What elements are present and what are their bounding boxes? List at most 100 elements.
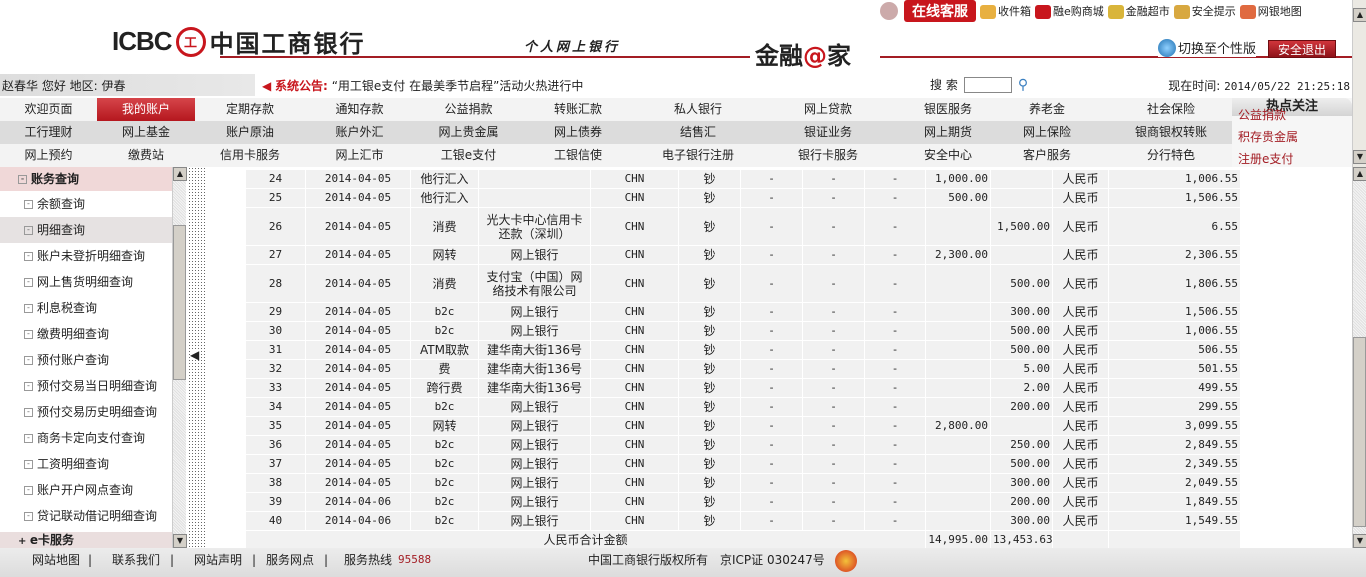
nav-item[interactable]: 网上保险 [1003,121,1091,144]
nav-item[interactable]: 网上期货 [893,121,1003,144]
table-row: 36 2014-04-05 b2c 网上银行 CHN 钞 - - -250.00 人民币 2,849… [245,435,1241,455]
table-cell: 2014-04-06 [305,511,411,531]
sidebar-group-ecard[interactable]: + e卡服务 [0,532,172,548]
header-scrollbar[interactable]: ▲ ▼ [1352,0,1366,167]
sidebar-item[interactable]: - 明细查询 [0,217,172,243]
toplink-1[interactable]: 融e购商城 [1035,5,1104,19]
nav-item[interactable]: 分行特色 [1091,144,1251,167]
table-cell: 28 [245,264,306,303]
table-cell: 人民币 [1052,340,1109,360]
online-service-button[interactable]: 在线客服 [904,0,976,22]
nav-item[interactable]: 工银e支付 [414,144,523,167]
scroll-thumb[interactable] [1353,337,1366,527]
nav-item[interactable]: 工行理财 [0,121,97,144]
nav-item[interactable]: 公益捐款 [414,98,523,121]
table-cell: CHN [590,511,679,531]
nav-item[interactable]: 工银信使 [523,144,633,167]
table-cell: - [740,454,803,474]
toplink-3[interactable]: 安全提示 [1173,5,1236,19]
nav-item[interactable]: 结售汇 [633,121,763,144]
table-cell: 2014-04-05 [305,454,411,474]
nav-item[interactable]: 网上贵金属 [414,121,523,144]
nav-item[interactable]: 银行卡服务 [763,144,893,167]
scroll-up-icon[interactable]: ▲ [1353,167,1366,181]
nav-item[interactable]: 安全中心 [893,144,1003,167]
footer-link-contact[interactable]: 联系我们 [112,548,160,572]
sidebar-item[interactable]: - 利息税查询 [0,295,172,321]
scroll-down-icon[interactable]: ▼ [1353,150,1366,164]
search-icon[interactable]: ⚲ [1018,77,1028,93]
sidebar-scrollbar[interactable]: ▲ ▼ [172,167,187,548]
sidebar-item[interactable]: - 预付交易历史明细查询 [0,399,172,425]
nav-item[interactable]: 社会保险 [1091,98,1251,121]
site-subtitle: 个人网上银行 [524,40,621,55]
nav-item[interactable]: 电子银行注册 [633,144,763,167]
nav-item[interactable]: 网上预约 [0,144,97,167]
sidebar-group-account-query[interactable]: - 账务查询 [0,167,172,191]
nav-item[interactable]: 银医服务 [893,98,1003,121]
sidebar-item[interactable]: - 工资明细查询 [0,451,172,477]
table-cell: 500.00 [990,264,1053,303]
search-input[interactable] [963,76,1012,93]
switch-version-link[interactable]: 切换至个性版 [1158,38,1257,57]
nav-item[interactable]: 网上贷款 [763,98,893,121]
nav-item[interactable]: 账户外汇 [305,121,414,144]
table-cell: 钞 [678,397,741,417]
hot-link[interactable]: 积存贵金属 [1232,126,1352,148]
toplink-4[interactable]: 网银地图 [1239,5,1302,19]
toplink-0[interactable]: 收件箱 [980,5,1031,19]
table-cell: - [802,473,865,493]
table-cell: 2,849.55 [1108,435,1241,455]
hot-link[interactable]: 注册e支付 [1232,148,1352,167]
table-row: 31 2014-04-05 ATM取款 建华南大街136号 CHN 钞 - - -500.00 人… [245,340,1241,360]
scroll-up-icon[interactable]: ▲ [173,167,187,181]
nav-item[interactable]: 转账汇款 [523,98,633,121]
nav-item[interactable]: 缴费站 [97,144,195,167]
nav-item[interactable]: 银商银权转账 [1091,121,1251,144]
nav-item[interactable]: 通知存款 [305,98,414,121]
toplink-2[interactable]: 金融超市 [1107,5,1170,19]
nav-item[interactable]: 网上债券 [523,121,633,144]
table-cell: - [864,264,926,303]
nav-item[interactable]: 我的账户 [97,98,195,121]
sidebar-item[interactable]: - 网上售货明细查询 [0,269,172,295]
nav-item[interactable]: 定期存款 [195,98,305,121]
nav-item[interactable]: 账户原油 [195,121,305,144]
scroll-up-icon[interactable]: ▲ [1353,8,1366,22]
table-cell: 2014-04-05 [305,245,411,265]
announcement[interactable]: ◀ 系统公告: “用工银e支付 在最美季节启程”活动火热进行中 [262,77,583,94]
table-cell: - [802,397,865,417]
nav-item[interactable]: 网上汇市 [305,144,414,167]
content-scrollbar[interactable]: ▲ ▼ [1352,167,1366,548]
scroll-down-icon[interactable]: ▼ [1353,534,1366,548]
sidebar-item[interactable]: - 缴费明细查询 [0,321,172,347]
footer-link-sitemap[interactable]: 网站地图 [32,548,80,572]
table-cell: b2c [410,321,479,341]
nav-item[interactable]: 客户服务 [1003,144,1091,167]
nav-item[interactable]: 信用卡服务 [195,144,305,167]
scroll-down-icon[interactable]: ▼ [173,534,187,548]
nav-item[interactable]: 私人银行 [633,98,763,121]
table-cell: - [864,340,926,360]
table-cell [925,359,991,379]
sidebar-item[interactable]: - 账户未登折明细查询 [0,243,172,269]
sidebar-item[interactable]: - 余额查询 [0,191,172,217]
sidebar-item[interactable]: - 预付账户查询 [0,347,172,373]
sidebar-item[interactable]: - 预付交易当日明细查询 [0,373,172,399]
table-cell: 钞 [678,492,741,512]
nav-item[interactable]: 欢迎页面 [0,98,97,121]
collapse-arrow-icon[interactable]: ◀ [190,349,200,361]
footer-link-branches[interactable]: 服务网点 [266,548,314,572]
sidebar-item[interactable]: - 贷记联动借记明细查询 [0,503,172,529]
table-cell: - [740,321,803,341]
nav-item[interactable]: 养老金 [1003,98,1091,121]
sidebar-splitter[interactable]: ◀ [188,167,205,548]
nav-item[interactable]: 网上基金 [97,121,195,144]
sidebar-item[interactable]: - 商务卡定向支付查询 [0,425,172,451]
logout-button[interactable]: 安全退出 [1268,40,1336,58]
nav-item[interactable]: 银证业务 [763,121,893,144]
scroll-thumb[interactable] [173,225,186,380]
sidebar-item[interactable]: - 账户开户网点查询 [0,477,172,503]
table-cell [478,188,591,208]
footer-link-statement[interactable]: 网站声明 [194,548,242,572]
